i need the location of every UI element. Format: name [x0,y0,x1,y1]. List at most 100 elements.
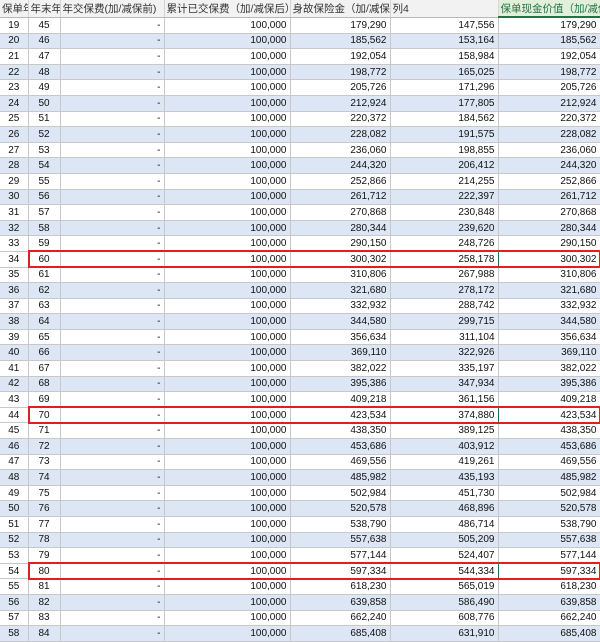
cell-age[interactable]: 49 [28,79,61,96]
cell-annual-premium[interactable]: - [60,298,165,315]
cell-annual-premium[interactable]: - [60,376,165,393]
cell-col4[interactable]: 171,296 [390,79,499,96]
header-annual-premium[interactable]: 年交保费(加/减保前) [60,0,165,18]
cell-death-benefit[interactable]: 369,110 [290,344,391,362]
cell-cash-value[interactable]: 192,054 [498,48,600,65]
cell-policy-year[interactable]: 39 [0,329,29,346]
cell-col4[interactable]: 267,988 [390,267,499,284]
cell-col4[interactable]: 239,620 [390,220,499,237]
cell-death-benefit[interactable]: 252,866 [290,173,391,190]
cell-age[interactable]: 54 [28,157,61,174]
cell-policy-year[interactable]: 56 [0,594,29,611]
cell-death-benefit[interactable]: 205,726 [290,79,391,96]
cell-cumulative-premium[interactable]: 100,000 [164,532,291,549]
header-policy-year[interactable]: 保单年 [0,0,29,18]
cell-policy-year[interactable]: 48 [0,469,29,486]
cell-cash-value[interactable]: 321,680 [498,282,600,299]
cell-col4[interactable]: 153,164 [390,33,499,50]
cell-annual-premium[interactable]: - [60,391,165,408]
cell-death-benefit[interactable]: 310,806 [290,267,391,284]
cell-cumulative-premium[interactable]: 100,000 [164,547,291,564]
cell-age[interactable]: 78 [28,532,61,549]
cell-cash-value[interactable]: 220,372 [498,111,600,128]
header-col4[interactable]: 列4 [390,0,499,18]
cell-cash-value[interactable]: 577,144 [498,547,600,564]
cell-policy-year[interactable]: 32 [0,220,29,237]
cell-policy-year[interactable]: 42 [0,376,29,393]
cell-death-benefit[interactable]: 485,982 [290,469,391,486]
cell-policy-year[interactable]: 57 [0,610,29,627]
cell-age[interactable]: 62 [28,282,61,299]
cell-policy-year[interactable]: 25 [0,111,29,128]
cell-policy-year[interactable]: 19 [0,17,29,34]
cell-annual-premium[interactable]: - [60,220,165,237]
cell-age[interactable]: 53 [28,142,61,159]
cell-cumulative-premium[interactable]: 100,000 [164,376,291,393]
cell-policy-year[interactable]: 40 [0,344,29,362]
cell-cumulative-premium[interactable]: 100,000 [164,126,291,143]
cell-age[interactable]: 58 [28,220,61,237]
cell-cumulative-premium[interactable]: 100,000 [164,329,291,346]
cell-death-benefit[interactable]: 382,022 [290,360,391,377]
cell-policy-year[interactable]: 47 [0,454,29,471]
cell-cash-value[interactable]: 344,580 [498,313,600,330]
cell-cash-value[interactable]: 185,562 [498,33,600,50]
cell-age[interactable]: 77 [28,516,61,533]
cell-cash-value[interactable]: 290,150 [498,235,600,252]
cell-cash-value[interactable]: 502,984 [498,485,600,502]
cell-cash-value[interactable]: 639,858 [498,594,600,611]
cell-death-benefit[interactable]: 185,562 [290,33,391,50]
cell-annual-premium[interactable]: - [60,625,165,642]
cell-policy-year[interactable]: 37 [0,298,29,315]
cell-cumulative-premium[interactable]: 100,000 [164,282,291,299]
cell-policy-year[interactable]: 23 [0,79,29,96]
cell-cumulative-premium[interactable]: 100,000 [164,33,291,50]
cell-policy-year[interactable]: 54 [0,563,29,580]
cell-age[interactable]: 69 [28,391,61,408]
cell-policy-year[interactable]: 21 [0,48,29,65]
cell-cumulative-premium[interactable]: 100,000 [164,48,291,65]
cell-policy-year[interactable]: 38 [0,313,29,330]
cell-age[interactable]: 50 [28,95,61,112]
cell-cash-value[interactable]: 270,868 [498,204,600,221]
cell-policy-year[interactable]: 27 [0,142,29,159]
cell-age[interactable]: 74 [28,469,61,486]
cell-col4[interactable]: 258,178 [390,251,499,268]
cell-annual-premium[interactable]: - [60,282,165,299]
cell-col4[interactable]: 165,025 [390,64,499,81]
cell-cumulative-premium[interactable]: 100,000 [164,578,291,595]
cell-annual-premium[interactable]: - [60,235,165,252]
cell-col4[interactable]: 486,714 [390,516,499,533]
cell-cash-value[interactable]: 685,408 [498,625,600,642]
cell-col4[interactable]: 322,926 [390,344,499,362]
cell-cumulative-premium[interactable]: 100,000 [164,454,291,471]
cell-death-benefit[interactable]: 577,144 [290,547,391,564]
cell-death-benefit[interactable]: 662,240 [290,610,391,627]
cell-col4[interactable]: 191,575 [390,126,499,143]
cell-death-benefit[interactable]: 685,408 [290,625,391,642]
cell-death-benefit[interactable]: 220,372 [290,111,391,128]
cell-col4[interactable]: 278,172 [390,282,499,299]
header-cash-value[interactable]: 保单现金价值（加/减保后 [498,0,600,18]
cell-cash-value[interactable]: 485,982 [498,469,600,486]
cell-death-benefit[interactable]: 332,932 [290,298,391,315]
cell-policy-year[interactable]: 45 [0,422,29,440]
cell-col4[interactable]: 177,805 [390,95,499,112]
cell-cumulative-premium[interactable]: 100,000 [164,17,291,34]
cell-cash-value[interactable]: 469,556 [498,454,600,471]
cell-death-benefit[interactable]: 395,386 [290,376,391,393]
cell-annual-premium[interactable]: - [60,407,165,424]
cell-annual-premium[interactable]: - [60,454,165,471]
cell-col4[interactable]: 631,910 [390,625,499,642]
cell-policy-year[interactable]: 50 [0,500,29,517]
cell-col4[interactable]: 435,193 [390,469,499,486]
cell-policy-year[interactable]: 31 [0,204,29,221]
cell-col4[interactable]: 214,255 [390,173,499,190]
cell-annual-premium[interactable]: - [60,469,165,486]
cell-death-benefit[interactable]: 244,320 [290,157,391,174]
cell-annual-premium[interactable]: - [60,126,165,143]
cell-cumulative-premium[interactable]: 100,000 [164,485,291,502]
cell-col4[interactable]: 468,896 [390,500,499,517]
cell-policy-year[interactable]: 51 [0,516,29,533]
cell-cash-value[interactable]: 520,578 [498,500,600,517]
